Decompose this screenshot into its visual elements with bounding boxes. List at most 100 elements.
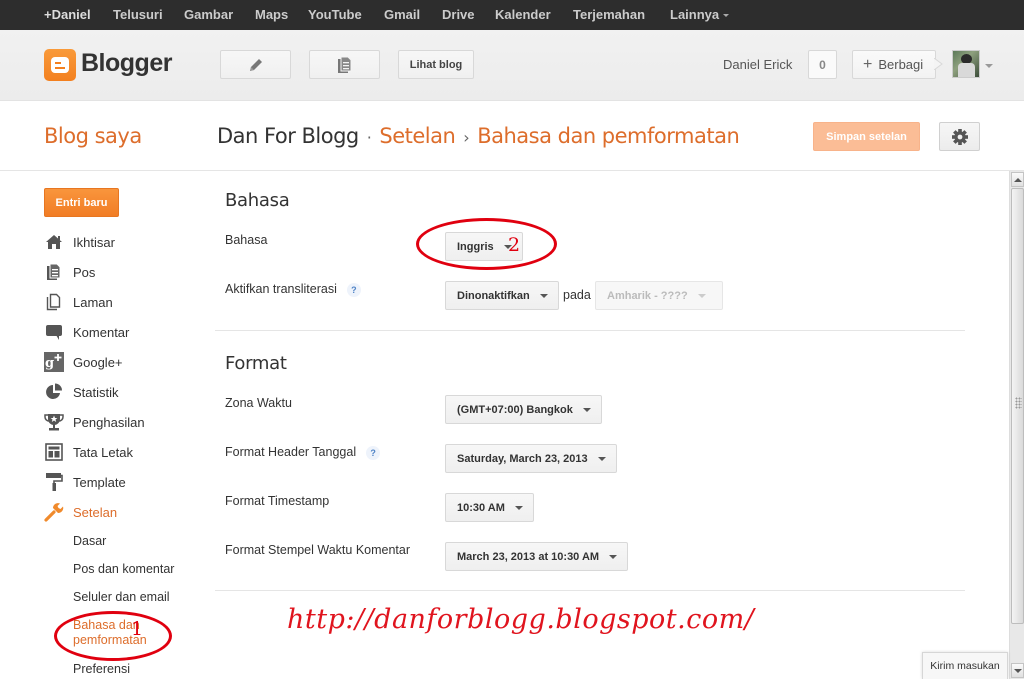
google-bar-drive-link[interactable]: Drive — [442, 7, 475, 22]
google-bar-profile-link[interactable]: +Daniel — [44, 7, 91, 22]
home-icon — [46, 235, 62, 249]
breadcrumb-blog-name: Dan For Blogg — [217, 124, 359, 148]
scroll-down-button[interactable] — [1011, 663, 1024, 678]
sidebar-item-stats[interactable]: Statistik — [44, 382, 119, 402]
sidebar-subitem-mobile-email[interactable]: Seluler dan email — [73, 590, 170, 605]
sidebar-item-google-plus[interactable]: g Google+ — [44, 352, 123, 372]
google-bar-maps-link[interactable]: Maps — [255, 7, 288, 22]
sidebar-item-label: Pos — [73, 264, 96, 280]
new-entry-button[interactable]: Entri baru — [44, 188, 119, 217]
transliteration-select-value: Dinonaktifkan — [457, 289, 530, 302]
share-button[interactable]: + Berbagi — [852, 50, 936, 79]
posts-list-button[interactable] — [309, 50, 380, 79]
sidebar-item-pages[interactable]: Laman — [44, 292, 113, 312]
sidebar-item-settings[interactable]: Setelan — [44, 502, 117, 522]
blogger-wordmark[interactable]: Blogger — [81, 49, 172, 78]
google-bar: +Daniel Telusuri Gambar Maps YouTube Gma… — [0, 0, 1024, 30]
notification-count[interactable]: 0 — [808, 50, 837, 79]
sidebar-item-posts[interactable]: Pos — [44, 262, 95, 282]
sidebar-item-label: Statistik — [73, 384, 119, 400]
settings-menu-button[interactable] — [939, 122, 980, 151]
scrollbar-thumb[interactable] — [1011, 188, 1024, 624]
transliteration-language-value: Amharik - ???? — [607, 289, 688, 302]
timestamp-format-select[interactable]: 10:30 AM — [445, 493, 534, 522]
sidebar-item-overview[interactable]: Ikhtisar — [44, 232, 115, 252]
chevron-down-icon — [582, 407, 591, 412]
svg-text:g: g — [45, 356, 54, 371]
google-bar-translate-link[interactable]: Terjemahan — [573, 7, 645, 22]
timezone-label: Zona Waktu — [225, 396, 292, 410]
help-icon[interactable]: ? — [366, 445, 381, 460]
trophy-icon — [44, 414, 64, 431]
save-settings-button[interactable]: Simpan setelan — [813, 122, 920, 151]
breadcrumb-settings-link[interactable]: Setelan — [379, 124, 455, 148]
transliteration-select[interactable]: Dinonaktifkan — [445, 281, 559, 310]
sidebar-subitem-preferences[interactable]: Preferensi — [73, 662, 130, 677]
section-divider — [215, 590, 965, 591]
date-header-format-value: Saturday, March 23, 2013 — [457, 452, 588, 465]
chevron-down-icon — [723, 14, 730, 18]
paint-roller-icon — [46, 473, 63, 491]
plus-icon: + — [863, 55, 873, 73]
sidebar-item-template[interactable]: Template — [44, 472, 126, 492]
avatar[interactable] — [952, 50, 980, 78]
sidebar-item-label: Tata Letak — [73, 444, 133, 460]
date-header-format-label: Format Header Tanggal? — [225, 445, 381, 460]
layout-icon — [45, 443, 63, 461]
annotation-marker-2: 2 — [508, 234, 521, 256]
view-blog-button[interactable]: Lihat blog — [398, 50, 474, 79]
language-section-heading: Bahasa — [225, 190, 290, 211]
comment-timestamp-format-select[interactable]: March 23, 2013 at 10:30 AM — [445, 542, 629, 571]
breadcrumb: Dan For Blogg · Setelan › Bahasa dan pemform… — [217, 124, 740, 148]
google-bar-search-link[interactable]: Telusuri — [113, 7, 163, 22]
transliteration-language-select[interactable]: Amharik - ???? — [595, 281, 723, 310]
watermark-url: http://danforblogg.blogspot.com/ — [287, 604, 755, 635]
new-post-button[interactable] — [220, 50, 291, 79]
chevron-down-icon — [514, 505, 523, 510]
user-name[interactable]: Daniel Erick — [723, 57, 792, 72]
sidebar-subitem-posts-comments[interactable]: Pos dan komentar — [73, 562, 174, 577]
annotation-marker-1: 1 — [131, 618, 144, 640]
send-feedback-button[interactable]: Kirim masukan — [922, 652, 1008, 679]
sidebar-item-label: Ikhtisar — [73, 234, 115, 250]
transliteration-label-text: Aktifkan transliterasi — [225, 282, 337, 296]
google-bar-images-link[interactable]: Gambar — [184, 7, 233, 22]
google-bar-more-link[interactable]: Lainnya — [670, 7, 730, 22]
timezone-select-value: (GMT+07:00) Bangkok — [457, 403, 573, 416]
google-bar-calendar-link[interactable]: Kalender — [495, 7, 551, 22]
sidebar-item-earnings[interactable]: Penghasilan — [44, 412, 145, 432]
share-arrow-icon — [934, 58, 943, 70]
blogger-header: Blogger Lihat blog Daniel Erick 0 + Berb… — [0, 30, 1024, 101]
wrench-icon — [44, 503, 64, 522]
sidebar-item-comments[interactable]: Komentar — [44, 322, 129, 342]
date-header-format-select[interactable]: Saturday, March 23, 2013 — [445, 444, 617, 473]
arrow-up-icon — [1013, 177, 1022, 182]
share-label: Berbagi — [878, 57, 924, 72]
help-icon[interactable]: ? — [346, 282, 361, 297]
sidebar-item-label: Setelan — [73, 504, 118, 520]
language-label: Bahasa — [225, 233, 268, 247]
title-bar: Blog saya Dan For Blogg · Setelan › Bahasa d… — [0, 101, 1024, 171]
section-divider — [215, 330, 965, 331]
arrow-down-icon — [1013, 668, 1022, 673]
chevron-down-icon[interactable] — [985, 64, 993, 68]
breadcrumb-separator: · — [366, 128, 372, 147]
pie-chart-icon — [46, 383, 62, 399]
google-bar-more-label: Lainnya — [670, 7, 720, 22]
chevron-down-icon — [609, 554, 618, 559]
sidebar-item-layout[interactable]: Tata Letak — [44, 442, 133, 462]
vertical-scrollbar[interactable] — [1009, 171, 1024, 679]
chevron-down-icon — [539, 293, 548, 298]
google-plus-icon: g — [44, 352, 64, 372]
timezone-select[interactable]: (GMT+07:00) Bangkok — [445, 395, 602, 424]
chevron-down-icon — [697, 293, 706, 298]
my-blogs-link[interactable]: Blog saya — [44, 124, 142, 148]
google-bar-gmail-link[interactable]: Gmail — [384, 7, 420, 22]
blogger-logo-icon[interactable] — [44, 49, 76, 81]
scroll-up-button[interactable] — [1011, 172, 1024, 187]
chevron-down-icon — [597, 456, 606, 461]
sidebar-subitem-basic[interactable]: Dasar — [73, 534, 106, 549]
comment-timestamp-format-value: March 23, 2013 at 10:30 AM — [457, 550, 600, 563]
pencil-icon — [249, 58, 262, 71]
google-bar-youtube-link[interactable]: YouTube — [308, 7, 362, 22]
